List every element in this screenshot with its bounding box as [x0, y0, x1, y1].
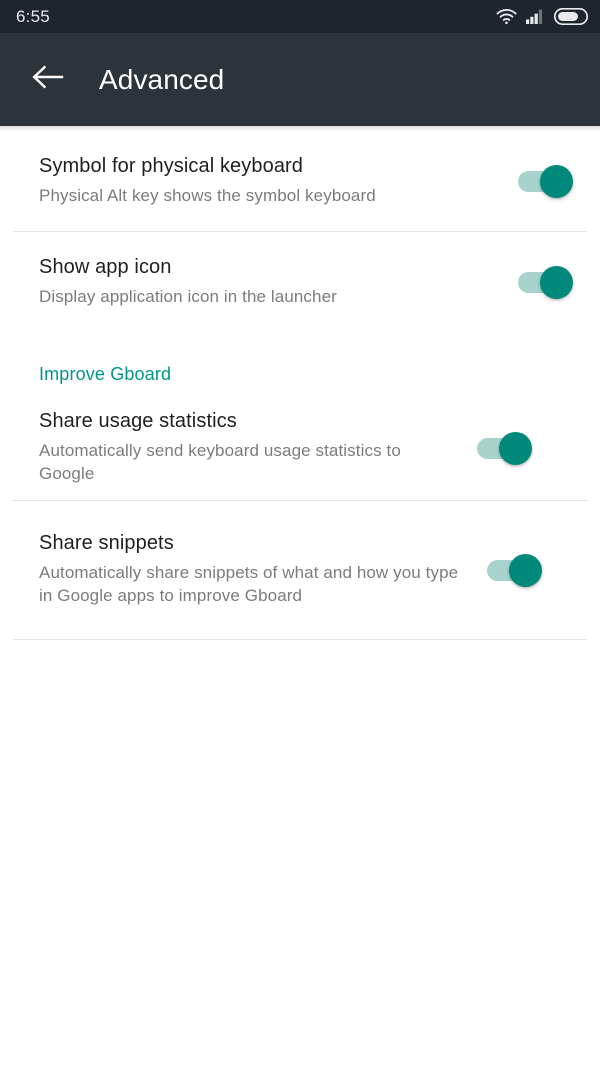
setting-title: Symbol for physical keyboard	[39, 155, 304, 178]
setting-texts: Share snippets Automatically share snipp…	[39, 531, 487, 608]
status-bar: 6:55	[0, 0, 600, 33]
setting-row-share-snippets[interactable]: Share snippets Automatically share snipp…	[0, 501, 600, 639]
setting-row-share-usage-statistics[interactable]: Share usage statistics Automatically sen…	[0, 396, 600, 500]
back-button[interactable]	[26, 58, 70, 102]
setting-row-symbol-for-physical-keyboard[interactable]: Symbol for physical keyboard Physical Al…	[0, 131, 600, 231]
setting-title: Show app icon	[39, 256, 172, 279]
list-divider	[13, 638, 587, 640]
setting-summary: Automatically send keyboard usage statis…	[39, 440, 401, 484]
setting-row-show-app-icon[interactable]: Show app icon Display application icon i…	[0, 232, 600, 332]
toggle-share-snippets[interactable]	[487, 553, 543, 587]
toggle-thumb	[509, 553, 542, 587]
setting-summary: Automatically share snippets of what and…	[39, 562, 459, 606]
toggle-share-usage-statistics[interactable]	[477, 431, 533, 465]
setting-texts: Share usage statistics Automatically sen…	[39, 409, 477, 486]
cellular-signal-icon	[526, 9, 545, 24]
arrow-back-icon	[31, 64, 65, 95]
section-header-improve-gboard: Improve Gboard	[39, 364, 172, 384]
wifi-icon	[496, 8, 517, 25]
setting-summary: Display application icon in the launcher	[39, 287, 337, 307]
status-bar-time: 6:55	[16, 7, 50, 26]
setting-title: Share snippets	[39, 532, 174, 555]
battery-icon	[554, 8, 588, 25]
toggle-thumb	[540, 165, 573, 198]
setting-title: Share usage statistics	[39, 410, 237, 433]
setting-texts: Symbol for physical keyboard Physical Al…	[39, 154, 518, 207]
app-bar: Advanced	[0, 33, 600, 126]
setting-summary: Physical Alt key shows the symbol keyboa…	[39, 186, 376, 206]
toggle-symbol-for-physical-keyboard[interactable]	[518, 164, 574, 198]
settings-list: Symbol for physical keyboard Physical Al…	[0, 131, 600, 640]
toggle-thumb	[540, 266, 573, 299]
page-title: Advanced	[99, 63, 225, 95]
toggle-thumb	[499, 431, 532, 465]
toggle-show-app-icon[interactable]	[518, 265, 574, 299]
status-bar-icons	[496, 8, 588, 25]
setting-texts: Show app icon Display application icon i…	[39, 255, 518, 308]
